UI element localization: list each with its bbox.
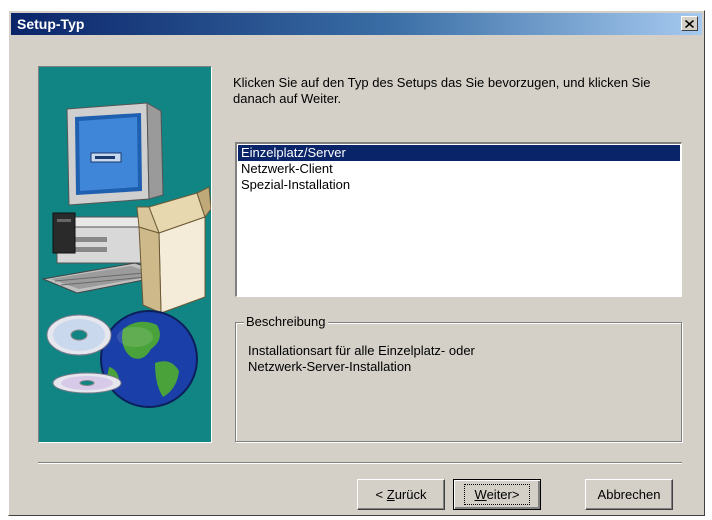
setup-type-option-einzelplatz[interactable]: Einzelplatz/Server <box>238 145 680 161</box>
back-label-rest: urück <box>394 487 427 502</box>
back-label-prefix: < <box>375 487 387 502</box>
window-title: Setup-Typ <box>17 16 85 32</box>
next-label-rest: eiter> <box>486 487 520 502</box>
button-separator <box>38 462 682 464</box>
back-button[interactable]: < Zurück <box>357 479 445 510</box>
setup-type-dialog: Setup-Typ Klicken Sie auf den Typ des Se… <box>8 10 705 516</box>
description-line-1: Installationsart für alle Einzelplatz- o… <box>248 343 475 358</box>
setup-type-option-spezial[interactable]: Spezial-Installation <box>238 177 680 193</box>
next-label: Weiter> <box>463 484 531 505</box>
title-bar[interactable]: Setup-Typ <box>11 13 702 35</box>
description-label: Beschreibung <box>244 314 328 329</box>
instructions-text: Klicken Sie auf den Typ des Setups das S… <box>233 75 651 106</box>
back-label-hotkey: Z <box>386 487 395 502</box>
globe-icon <box>100 310 198 408</box>
cancel-button[interactable]: Abbrechen <box>585 479 673 510</box>
setup-illustration <box>38 66 212 443</box>
description-text: Installationsart für alle Einzelplatz- o… <box>248 343 648 375</box>
description-line-2: Netzwerk-Server-Installation <box>248 359 412 374</box>
setup-type-listbox[interactable]: Einzelplatz/Server Netzwerk-Client Spezi… <box>235 142 682 297</box>
close-icon <box>685 19 694 28</box>
next-label-hotkey: W <box>474 487 487 502</box>
back-label: < Zurück <box>376 487 427 502</box>
box-icon <box>136 186 211 314</box>
setup-type-option-netzwerk-client[interactable]: Netzwerk-Client <box>238 161 680 177</box>
next-button[interactable]: Weiter> <box>453 479 541 510</box>
close-button[interactable] <box>681 16 698 31</box>
description-groupbox: Beschreibung Installationsart für alle E… <box>235 314 682 442</box>
